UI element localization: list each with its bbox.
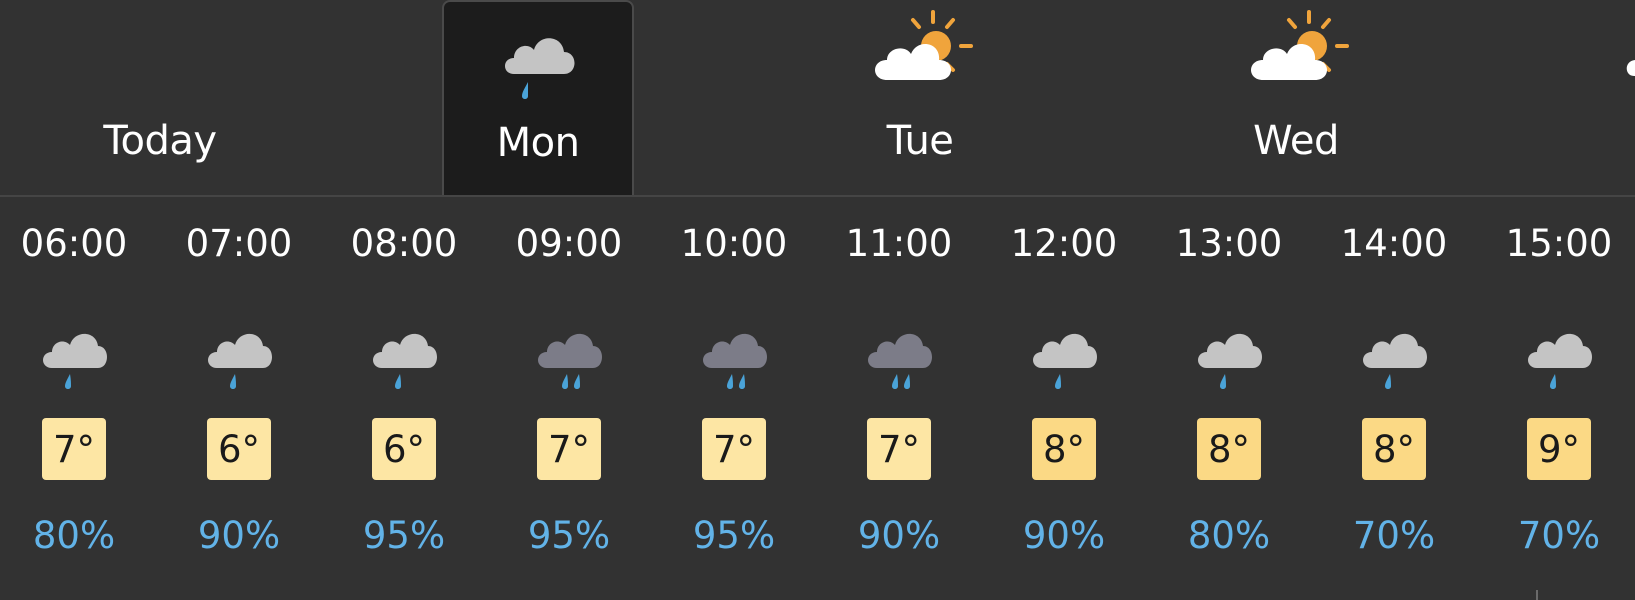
- hour-column[interactable]: 11:00 7° 90%: [817, 196, 982, 600]
- precipitation-chance: 90%: [197, 514, 281, 557]
- hour-column[interactable]: 12:00 8° 90%: [982, 196, 1147, 600]
- precipitation-chance: 90%: [857, 514, 941, 557]
- hour-time: 11:00: [845, 222, 953, 265]
- hour-time: 09:00: [515, 222, 623, 265]
- hour-time: 08:00: [350, 222, 458, 265]
- hour-column[interactable]: 13:00 8° 80%: [1147, 196, 1312, 600]
- heavy-rain-icon: [863, 308, 935, 396]
- hour-time: 12:00: [1010, 222, 1118, 265]
- scroll-indicator: [1536, 590, 1538, 600]
- day-tab-wed[interactable]: Wed: [1196, 0, 1396, 196]
- temperature-badge: 7°: [42, 418, 106, 480]
- hour-column[interactable]: 09:00 7° 95%: [487, 196, 652, 600]
- precipitation-chance: 70%: [1517, 514, 1601, 557]
- day-tab-label: Tue: [886, 118, 954, 164]
- precipitation-chance: 95%: [362, 514, 446, 557]
- day-tab-mon[interactable]: Mon: [442, 0, 634, 196]
- hour-time: 15:00: [1505, 222, 1613, 265]
- temperature-badge: 8°: [1197, 418, 1261, 480]
- hour-column[interactable]: 08:00 6° 95%: [322, 196, 487, 600]
- precipitation-chance: 90%: [1022, 514, 1106, 557]
- heavy-rain-icon: [533, 308, 605, 396]
- temperature-badge: 7°: [537, 418, 601, 480]
- next-day-icon-partial: [1620, 40, 1635, 80]
- temperature-badge: 7°: [867, 418, 931, 480]
- precipitation-chance: 95%: [527, 514, 611, 557]
- precipitation-chance: 80%: [32, 514, 116, 557]
- day-tab-label: Today: [103, 118, 217, 164]
- temperature-badge: 6°: [207, 418, 271, 480]
- precipitation-chance: 95%: [692, 514, 776, 557]
- day-tab-label: Wed: [1253, 118, 1339, 164]
- hour-time: 13:00: [1175, 222, 1283, 265]
- hour-column[interactable]: 15:00 9° 70%: [1477, 196, 1635, 600]
- hour-time: 14:00: [1340, 222, 1448, 265]
- precipitation-chance: 80%: [1187, 514, 1271, 557]
- temperature-badge: 8°: [1032, 418, 1096, 480]
- sunny-intervals-icon: [865, 8, 975, 80]
- day-tab-today[interactable]: Today: [60, 0, 260, 196]
- light-rain-icon: [38, 308, 110, 396]
- light-rain-icon: [368, 308, 440, 396]
- light-rain-icon: [1193, 308, 1265, 396]
- hour-column[interactable]: 14:00 8° 70%: [1312, 196, 1477, 600]
- day-tab-label: Mon: [496, 120, 580, 166]
- hour-column[interactable]: 06:00 7° 80%: [0, 196, 157, 600]
- hour-column[interactable]: 10:00 7° 95%: [652, 196, 817, 600]
- hour-time: 07:00: [185, 222, 293, 265]
- day-tabs: Today Mon Tue Wed: [0, 0, 1635, 196]
- temperature-badge: 6°: [372, 418, 436, 480]
- light-rain-icon: [498, 10, 578, 99]
- light-rain-icon: [1523, 308, 1595, 396]
- heavy-rain-icon: [698, 308, 770, 396]
- light-rain-icon: [1028, 308, 1100, 396]
- hour-time: 10:00: [680, 222, 788, 265]
- hour-time: 06:00: [20, 222, 128, 265]
- light-rain-icon: [1358, 308, 1430, 396]
- temperature-badge: 7°: [702, 418, 766, 480]
- temperature-badge: 8°: [1362, 418, 1426, 480]
- precipitation-chance: 70%: [1352, 514, 1436, 557]
- sunny-intervals-icon: [1241, 8, 1351, 80]
- hour-column[interactable]: 07:00 6° 90%: [157, 196, 322, 600]
- light-rain-icon: [203, 308, 275, 396]
- temperature-badge: 9°: [1527, 418, 1591, 480]
- day-tab-tue[interactable]: Tue: [820, 0, 1020, 196]
